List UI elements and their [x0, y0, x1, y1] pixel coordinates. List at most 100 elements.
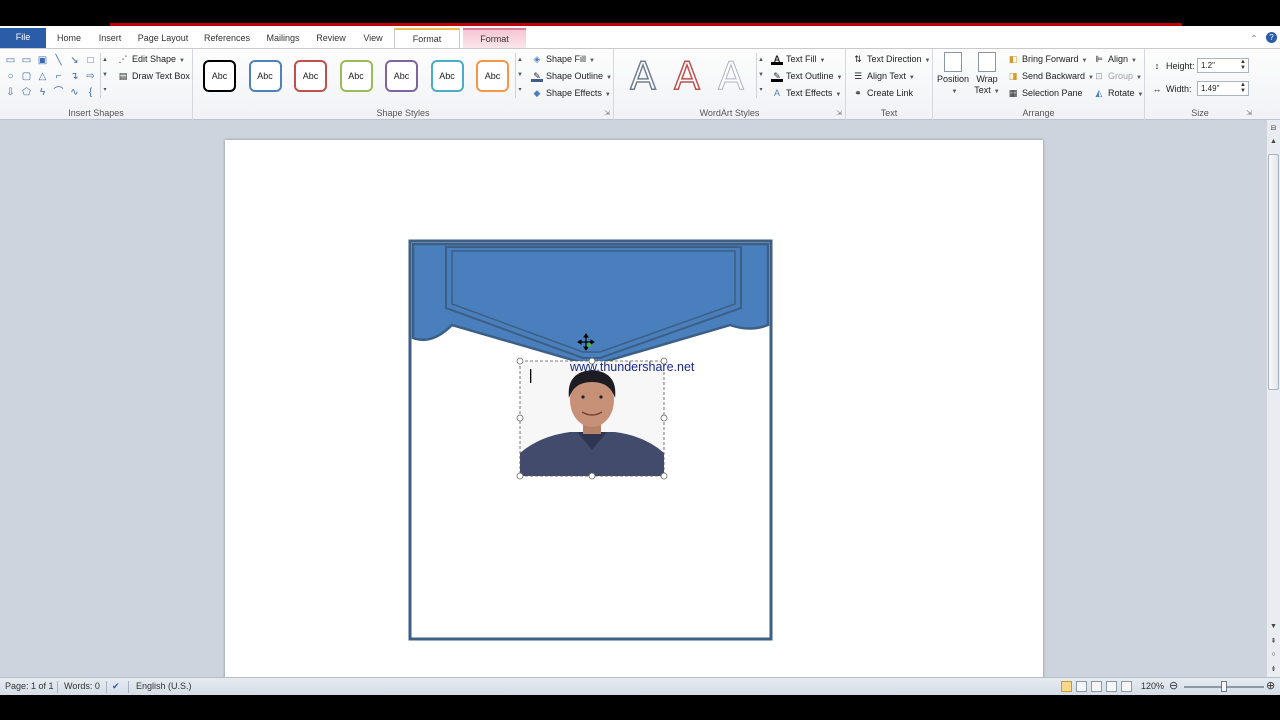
shape-triangle-icon[interactable]: △: [36, 70, 49, 83]
text-direction-button[interactable]: ⇅ Text Direction ▼: [852, 52, 930, 67]
gallery-more-icon[interactable]: ▾: [757, 83, 765, 98]
send-backward-button[interactable]: ◨ Send Backward ▼: [1007, 69, 1094, 84]
chevron-down-icon[interactable]: ▼: [757, 68, 765, 83]
language-indicator[interactable]: English (U.S.): [136, 681, 192, 691]
group-button[interactable]: ⊡ Group ▼: [1093, 69, 1142, 84]
shapes-gallery-scroll[interactable]: ▲ ▼ ▾: [100, 53, 109, 98]
chevron-up-icon[interactable]: ▲: [516, 53, 524, 68]
dialog-launcher-icon[interactable]: ⇲: [836, 109, 842, 117]
chevron-up-icon[interactable]: ▲: [101, 53, 109, 68]
tab-references[interactable]: References: [198, 29, 256, 48]
text-effects-button[interactable]: A Text Effects ▼: [771, 86, 841, 101]
width-input[interactable]: 1.49" ▲ ▼: [1197, 81, 1249, 96]
shape-outline-button[interactable]: ✎ Shape Outline ▼: [531, 69, 612, 84]
tab-insert[interactable]: Insert: [92, 29, 128, 48]
full-screen-reading-icon[interactable]: [1076, 681, 1087, 692]
tab-review[interactable]: Review: [310, 29, 352, 48]
shape-effects-button[interactable]: ◆ Shape Effects ▼: [531, 86, 611, 101]
shape-fill-button[interactable]: ◈ Shape Fill ▼: [531, 52, 595, 67]
wordart-style-light[interactable]: A: [710, 55, 752, 98]
shape-elbow-arrow-icon[interactable]: ↴: [68, 70, 81, 83]
zoom-slider-thumb[interactable]: [1221, 681, 1227, 692]
shape-down-arrow-icon[interactable]: ⇩: [4, 86, 17, 99]
print-layout-view-icon[interactable]: [1061, 681, 1072, 692]
tab-file[interactable]: File: [0, 28, 46, 48]
create-link-button[interactable]: ⚭ Create Link: [852, 86, 913, 101]
wordart-style-gray[interactable]: A: [622, 54, 664, 98]
tab-page-layout[interactable]: Page Layout: [132, 29, 194, 48]
resize-handle[interactable]: [588, 472, 596, 480]
next-page-icon[interactable]: ⇟: [1267, 665, 1280, 673]
page-count[interactable]: Page: 1 of 1: [5, 681, 54, 691]
shape-style-preset[interactable]: Abc: [203, 60, 236, 92]
tab-mailings[interactable]: Mailings: [260, 29, 306, 48]
shape-rectangle-icon[interactable]: ▭: [4, 54, 17, 67]
scrollbar-thumb[interactable]: [1268, 154, 1279, 390]
shape-brace-icon[interactable]: {: [84, 86, 97, 99]
chevron-up-icon[interactable]: ▲: [757, 53, 765, 68]
textbox-website-text[interactable]: www.thundershare.net: [570, 360, 694, 374]
shape-oval-icon[interactable]: ○: [4, 70, 17, 83]
shape-arc-icon[interactable]: ⌒: [52, 86, 65, 99]
shape-style-preset[interactable]: Abc: [294, 60, 327, 92]
shape-textbox-icon[interactable]: ▭: [20, 54, 33, 67]
resize-handle[interactable]: [660, 414, 668, 422]
scroll-up-icon[interactable]: ▲: [1267, 138, 1280, 145]
chevron-down-icon[interactable]: ▼: [516, 68, 524, 83]
tab-format-picture[interactable]: Format: [463, 28, 526, 48]
shape-square-icon[interactable]: □: [84, 54, 97, 67]
style-gallery-scroll[interactable]: ▲ ▼ ▾: [515, 53, 524, 98]
shape-style-preset[interactable]: Abc: [248, 60, 282, 92]
spinner-icon[interactable]: ▲ ▼: [1240, 82, 1246, 94]
vertical-scrollbar[interactable]: ⊟ ▲ ▼ ⇞ ○ ⇟: [1266, 120, 1280, 677]
position-button[interactable]: Position ▼: [937, 52, 969, 98]
tab-format-drawing[interactable]: Format: [394, 28, 460, 48]
zoom-out-icon[interactable]: ⊖: [1169, 679, 1178, 692]
text-outline-button[interactable]: ✎ Text Outline ▼: [771, 69, 842, 84]
profile-photo[interactable]: [520, 361, 664, 476]
align-button[interactable]: ⊫ Align ▼: [1093, 52, 1137, 67]
shape-line-icon[interactable]: ╲: [52, 54, 65, 67]
wordart-style-red[interactable]: A: [666, 54, 708, 98]
selection-pane-button[interactable]: ▦ Selection Pane: [1007, 86, 1083, 101]
rotate-button[interactable]: ◭ Rotate ▼: [1093, 86, 1144, 101]
tab-home[interactable]: Home: [50, 29, 88, 48]
shape-style-preset[interactable]: Abc: [430, 60, 464, 92]
ruler-toggle-icon[interactable]: ⊟: [1267, 124, 1280, 132]
word-count[interactable]: Words: 0: [64, 681, 100, 691]
draft-view-icon[interactable]: [1121, 681, 1132, 692]
gallery-more-icon[interactable]: ▾: [101, 83, 109, 98]
scroll-down-icon[interactable]: ▼: [1267, 623, 1280, 630]
shape-curve-icon[interactable]: ∿: [68, 86, 81, 99]
resize-handle[interactable]: [516, 357, 524, 365]
draw-text-box-button[interactable]: ▤ Draw Text Box: [117, 69, 190, 84]
shape-pentagon-icon[interactable]: ⬠: [20, 86, 33, 99]
dialog-launcher-icon[interactable]: ⇲: [1246, 109, 1252, 117]
shape-style-preset[interactable]: Abc: [339, 60, 373, 92]
zoom-level[interactable]: 120%: [1141, 681, 1164, 691]
chevron-down-icon[interactable]: ▼: [101, 68, 109, 83]
shape-picture-icon[interactable]: ▣: [36, 54, 49, 67]
help-icon[interactable]: ?: [1266, 32, 1277, 43]
zoom-in-icon[interactable]: ⊕: [1266, 679, 1275, 692]
shape-style-preset[interactable]: Abc: [385, 60, 418, 92]
shape-style-preset[interactable]: Abc: [476, 60, 509, 92]
shape-arrow-line-icon[interactable]: ↘: [68, 54, 81, 67]
browse-object-icon[interactable]: ○: [1267, 651, 1280, 658]
resize-handle[interactable]: [516, 414, 524, 422]
resize-handle[interactable]: [516, 472, 524, 480]
wrap-text-button[interactable]: Wrap Text ▼: [973, 52, 1001, 98]
tab-view[interactable]: View: [356, 29, 390, 48]
bring-forward-button[interactable]: ◧ Bring Forward ▼: [1007, 52, 1088, 67]
edit-shape-button[interactable]: ⋰ Edit Shape ▼: [117, 52, 186, 67]
spinner-icon[interactable]: ▲ ▼: [1240, 59, 1246, 71]
height-input[interactable]: 1.2" ▲ ▼: [1197, 58, 1249, 73]
align-text-button[interactable]: ☰ Align Text ▼: [852, 69, 915, 84]
minimize-ribbon-icon[interactable]: ⌃: [1246, 29, 1262, 48]
dialog-launcher-icon[interactable]: ⇲: [604, 109, 610, 117]
previous-page-icon[interactable]: ⇞: [1267, 637, 1280, 645]
shape-right-arrow-icon[interactable]: ⇨: [84, 70, 97, 83]
text-fill-button[interactable]: A Text Fill ▼: [771, 52, 825, 67]
web-layout-icon[interactable]: [1091, 681, 1102, 692]
shape-rounded-rect-icon[interactable]: ▢: [20, 70, 33, 83]
